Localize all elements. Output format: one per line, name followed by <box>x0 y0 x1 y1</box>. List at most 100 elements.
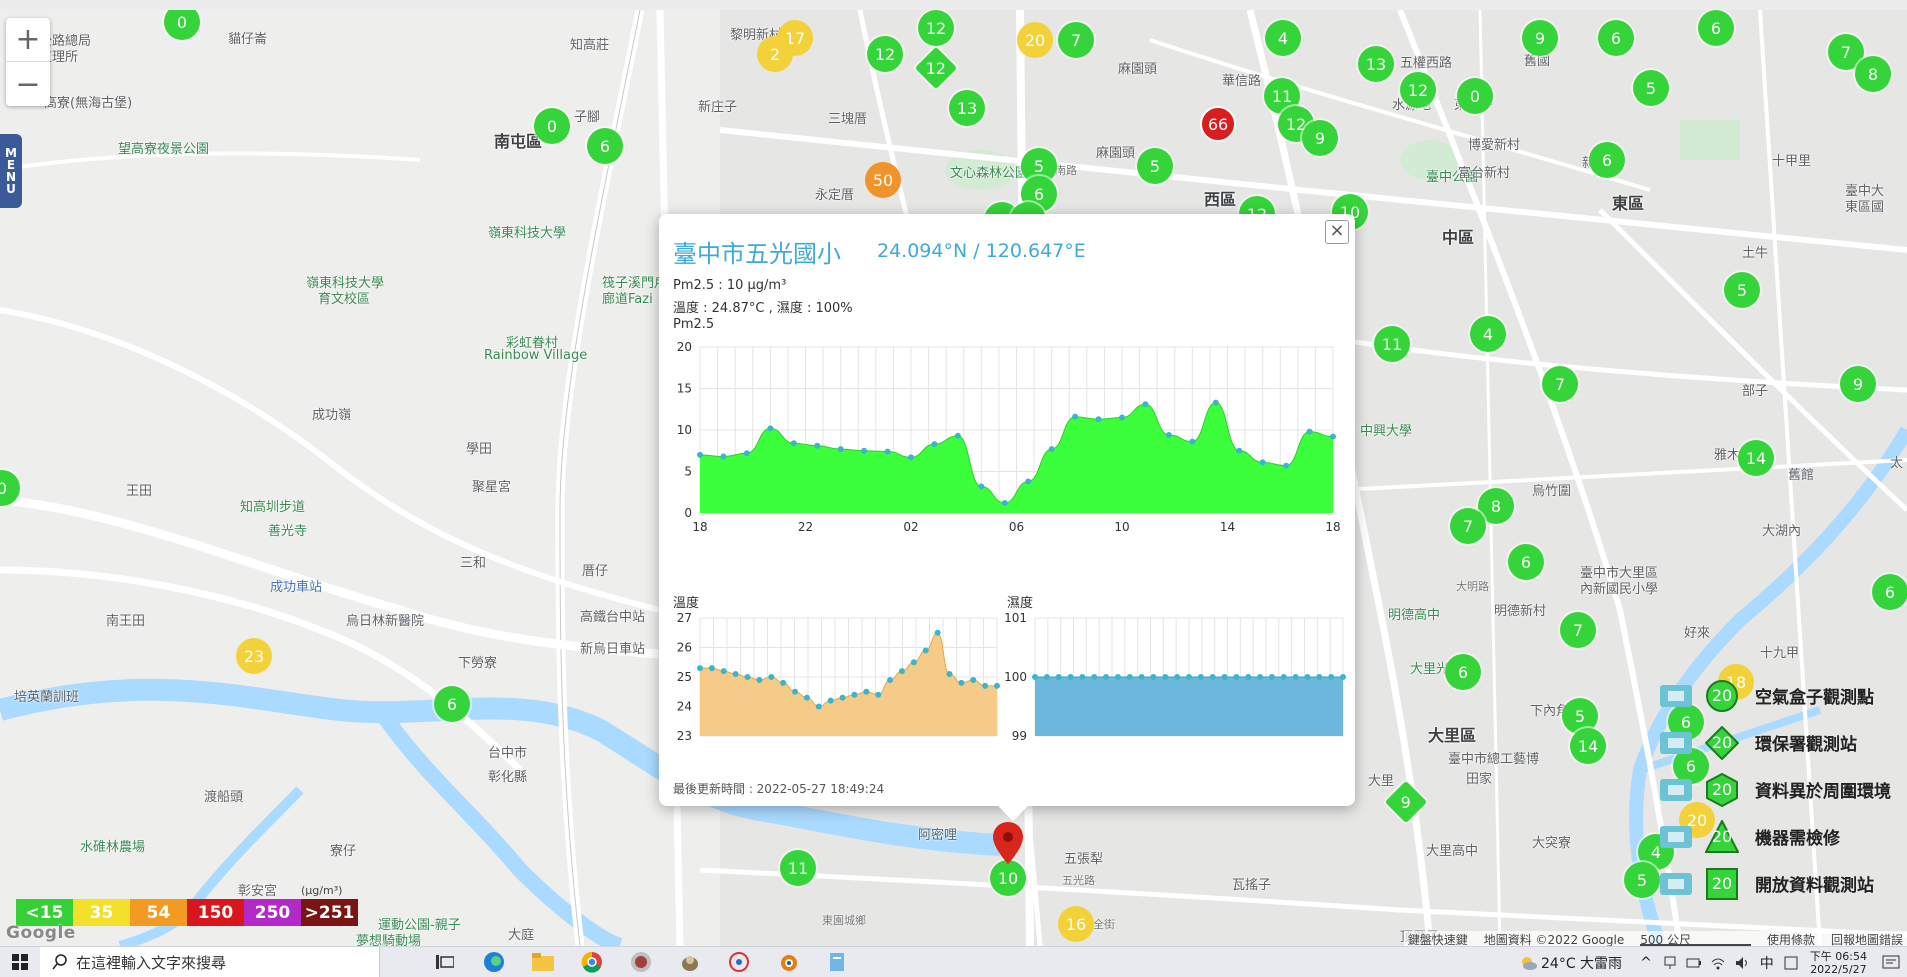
data-point <box>1043 674 1050 680</box>
legend-item[interactable]: 20 開放資料觀測站 <box>1653 860 1903 907</box>
data-point <box>1268 674 1275 680</box>
airbox-marker[interactable]: 10 <box>990 860 1026 896</box>
airbox-marker[interactable]: 5 <box>1633 70 1669 106</box>
airbox-marker[interactable]: 5 <box>1137 148 1173 184</box>
legend-badge-value: 20 <box>1711 733 1733 752</box>
marker-value: 6 <box>1710 18 1722 38</box>
airbox-marker[interactable]: 6 <box>1445 654 1481 690</box>
wifi-icon[interactable] <box>1710 955 1726 971</box>
place-label: 寮仔 <box>330 844 357 859</box>
airbox-marker[interactable]: 13 <box>1358 46 1394 82</box>
chevron-up-icon[interactable]: ^ <box>1640 955 1652 971</box>
place-label: 富台新村 <box>1458 166 1511 181</box>
app-icon-drawing[interactable] <box>714 947 763 977</box>
app-icon-notepad[interactable] <box>812 947 861 977</box>
data-point <box>744 674 751 680</box>
clock[interactable]: 下午 06:54 2022/5/27 <box>1810 950 1867 976</box>
legend-item[interactable]: 20 環保署觀測站 <box>1653 719 1903 766</box>
airbox-marker[interactable]: 7 <box>1450 508 1486 544</box>
airbox-marker[interactable]: 6 <box>434 686 470 722</box>
network-icon[interactable] <box>1662 955 1678 971</box>
airbox-marker[interactable]: 7 <box>1542 366 1578 402</box>
volume-icon[interactable] <box>1734 955 1750 971</box>
map-scale-label[interactable]: 500 公尺 <box>1640 931 1751 947</box>
airbox-marker[interactable]: 0 <box>534 108 570 144</box>
airbox-marker[interactable]: 16 <box>1058 906 1094 942</box>
airbox-marker[interactable]: 20 <box>1017 22 1053 58</box>
windows-start-icon[interactable] <box>0 947 40 977</box>
notifications-icon[interactable] <box>1881 954 1901 972</box>
blender-icon[interactable] <box>763 947 812 977</box>
airbox-marker[interactable]: 13 <box>949 90 985 126</box>
airbox-marker[interactable]: 11 <box>1374 326 1410 362</box>
data-point <box>1212 399 1219 406</box>
weather-text[interactable]: 24°C 大雷雨 <box>1541 953 1622 973</box>
task-view-icon[interactable] <box>420 947 469 977</box>
app-icon-gimp[interactable] <box>665 947 714 977</box>
airbox-marker[interactable]: 12 <box>918 10 954 46</box>
terms-link[interactable]: 使用條款 <box>1767 931 1815 947</box>
selected-location-pin-icon[interactable] <box>993 822 1023 864</box>
data-point <box>1072 413 1079 420</box>
airbox-marker[interactable]: 14 <box>1738 440 1774 476</box>
marker-value: 5 <box>1736 280 1748 300</box>
legend-item[interactable]: 20 空氣盒子觀測點 <box>1653 672 1903 719</box>
ime-mode-icon[interactable] <box>1784 956 1798 970</box>
data-point <box>1304 674 1311 680</box>
airbox-marker[interactable]: 4 <box>1265 20 1301 56</box>
place-label: 部子 <box>1742 384 1769 399</box>
marker-value: 6 <box>1457 662 1469 682</box>
place-label: 東區 <box>1612 194 1645 213</box>
marker-value: 9 <box>1400 792 1412 812</box>
file-explorer-icon[interactable] <box>518 947 567 977</box>
airbox-marker[interactable]: 7 <box>1058 22 1094 58</box>
legend-badge: 20 <box>1705 867 1739 901</box>
chrome-browser-icon[interactable] <box>567 947 616 977</box>
airbox-marker[interactable]: 8 <box>1855 56 1891 92</box>
keyboard-shortcuts-link[interactable]: 鍵盤快速鍵 <box>1408 931 1468 947</box>
airbox-marker[interactable]: 5 <box>1724 272 1760 308</box>
airbox-marker[interactable]: 6 <box>1508 544 1544 580</box>
data-point <box>1119 414 1125 421</box>
taskbar-search-box[interactable]: 在這裡輸入文字來搜尋 <box>40 946 380 977</box>
airbox-marker[interactable]: 23 <box>236 638 272 674</box>
menu-button[interactable]: M E N U <box>0 134 22 208</box>
y-tick-label: 99 <box>1012 729 1027 743</box>
airbox-marker[interactable]: 66 <box>1200 106 1236 142</box>
app-icon-compass[interactable] <box>616 947 665 977</box>
airbox-marker[interactable]: 14 <box>1570 728 1606 764</box>
legend-item[interactable]: 20 資料異於周圍環境 <box>1653 766 1903 813</box>
airbox-marker[interactable]: 50 <box>865 162 901 198</box>
airbox-marker[interactable]: 6 <box>1598 20 1634 56</box>
airbox-marker[interactable]: 7 <box>1560 612 1596 648</box>
edge-browser-icon[interactable] <box>469 947 518 977</box>
airbox-marker[interactable]: 6 <box>1872 574 1907 610</box>
airbox-marker[interactable]: 4 <box>1470 316 1506 352</box>
airbox-marker[interactable]: 12 <box>1400 72 1436 108</box>
place-label: 土牛 <box>1742 246 1769 261</box>
airbox-marker[interactable]: 2 <box>757 36 793 72</box>
popup-close-button[interactable]: × <box>1325 220 1349 244</box>
airbox-marker[interactable]: 6 <box>1589 142 1625 178</box>
weather-storm-icon[interactable] <box>1519 954 1538 972</box>
zoom-in-button[interactable]: + <box>6 18 50 62</box>
marker-value: 7 <box>1572 620 1584 640</box>
airbox-marker[interactable]: 9 <box>1840 366 1876 402</box>
airbox-marker[interactable]: 6 <box>1698 10 1734 46</box>
airbox-marker[interactable]: 6 <box>587 128 623 164</box>
temperature-chart: 23 24 25 26 27 <box>677 611 1000 743</box>
marker-value: 9 <box>1314 128 1326 148</box>
airbox-marker[interactable]: 9 <box>1522 20 1558 56</box>
data-point <box>815 703 822 710</box>
legend-badge: 20 <box>1705 772 1739 807</box>
report-error-link[interactable]: 回報地圖錯誤 <box>1831 931 1903 947</box>
place-label: 貓仔崙 <box>228 32 268 47</box>
airbox-marker[interactable]: 0 <box>1457 78 1493 114</box>
legend-item[interactable]: 20 機器需檢修 <box>1653 813 1903 860</box>
airbox-marker[interactable]: 12 <box>867 36 903 72</box>
zoom-out-button[interactable]: − <box>6 62 50 106</box>
airbox-marker[interactable]: 9 <box>1302 120 1338 156</box>
battery-icon[interactable] <box>1686 955 1702 971</box>
ime-indicator[interactable]: 中 <box>1760 953 1774 973</box>
airbox-marker[interactable]: 11 <box>780 850 816 886</box>
